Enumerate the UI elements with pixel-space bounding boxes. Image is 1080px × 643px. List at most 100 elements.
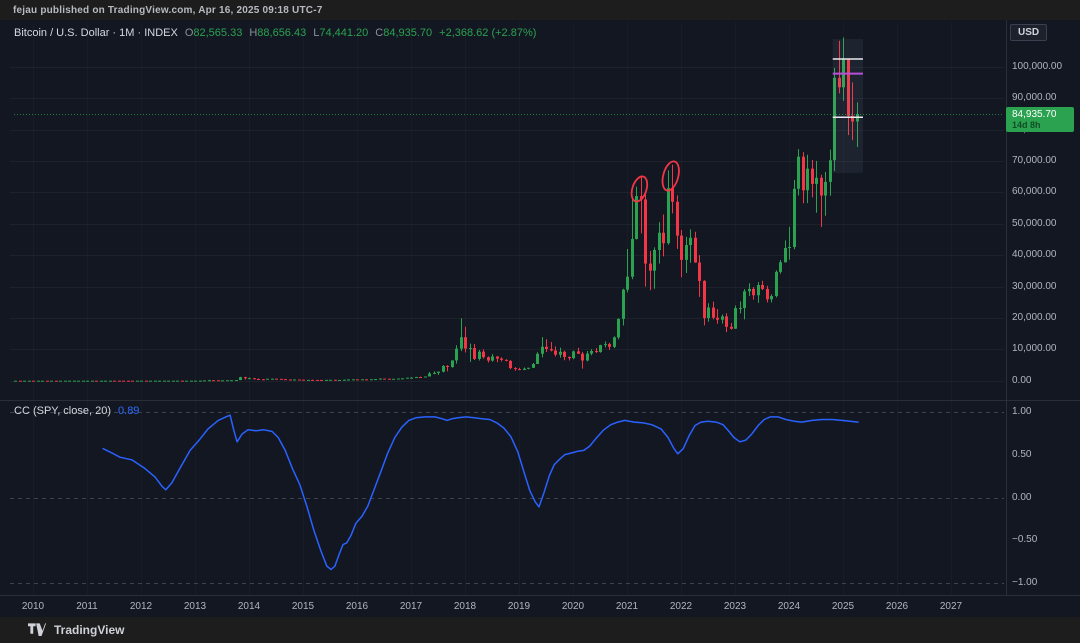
candle-body <box>118 381 121 382</box>
candle-body <box>86 381 89 382</box>
candle-body <box>374 379 377 380</box>
candle-body <box>757 285 760 295</box>
candle-body <box>505 360 508 361</box>
cc-line <box>103 415 858 569</box>
candle-body <box>500 359 503 360</box>
candle-body <box>145 381 148 382</box>
publish-info: fejau published on TradingView.com, Apr … <box>13 5 323 16</box>
currency-toggle-button[interactable]: USD <box>1010 24 1047 41</box>
candle-body <box>230 380 233 381</box>
candle-body <box>257 379 260 380</box>
candle-body <box>68 381 71 382</box>
candle-body <box>599 345 602 352</box>
tradingview-snapshot: fejau published on TradingView.com, Apr … <box>0 0 1080 643</box>
candle-body <box>397 379 400 380</box>
candle-body <box>604 344 607 345</box>
candle-body <box>190 381 193 382</box>
candle-body <box>676 202 679 236</box>
candle-body <box>127 381 130 382</box>
candle-body <box>320 380 323 381</box>
candle-body <box>248 378 251 379</box>
candle-body <box>455 349 458 361</box>
candle-body <box>667 188 670 243</box>
publish-bar: fejau published on TradingView.com, Apr … <box>0 0 1080 20</box>
candle-body <box>172 381 175 382</box>
candle-body <box>586 354 589 361</box>
candle-body <box>532 364 535 368</box>
candle-body <box>221 380 224 381</box>
candle-body <box>820 178 823 196</box>
candle-body <box>545 347 548 349</box>
candle-body <box>518 369 521 370</box>
candle-body <box>775 272 778 296</box>
candle-body <box>181 381 184 382</box>
candle-body <box>680 236 683 260</box>
candle-body <box>100 381 103 382</box>
candle-body <box>428 374 431 377</box>
tradingview-brand-text[interactable]: TradingView <box>54 623 124 637</box>
candle-body <box>527 368 530 369</box>
candle-body <box>410 378 413 379</box>
candle-body <box>401 378 404 379</box>
candle-body <box>451 360 454 367</box>
candle-body <box>361 379 364 380</box>
candle-body <box>167 381 170 382</box>
candle-body <box>392 379 395 380</box>
candle-body <box>568 357 571 358</box>
candle-body <box>226 380 229 381</box>
candle-body <box>406 378 409 379</box>
candle-body <box>289 379 292 380</box>
tradingview-logo-icon[interactable] <box>28 623 47 637</box>
chart-canvas[interactable] <box>0 0 1080 643</box>
candle-body <box>433 373 436 374</box>
candle-body <box>131 381 134 382</box>
candle-body <box>194 381 197 382</box>
candle-body <box>19 381 22 382</box>
candle-body <box>631 239 634 277</box>
candle-body <box>149 381 152 382</box>
candle-body <box>109 381 112 382</box>
candle-body <box>338 380 341 381</box>
candle-body <box>572 351 575 358</box>
candle-body <box>311 380 314 381</box>
candle-body <box>734 308 737 329</box>
candle-body <box>343 380 346 381</box>
candle-body <box>370 379 373 380</box>
candle-body <box>653 250 656 271</box>
candle-body <box>725 316 728 326</box>
candle-body <box>662 233 665 243</box>
candle-body <box>581 354 584 361</box>
candle-body <box>469 348 472 349</box>
candle-body <box>302 380 305 381</box>
candle-body <box>185 381 188 382</box>
candle-body <box>595 351 598 352</box>
candle-body <box>689 238 692 245</box>
candle-body <box>158 381 161 382</box>
candle-body <box>176 381 179 382</box>
candle-body <box>743 291 746 308</box>
footer-bar: TradingView <box>0 617 1080 643</box>
candle-body <box>806 169 809 191</box>
candle-body <box>626 277 629 290</box>
candle-body <box>550 349 553 350</box>
candle-body <box>415 377 418 378</box>
candle-body <box>685 245 688 260</box>
candle-body <box>829 160 832 182</box>
candle-body <box>379 379 382 380</box>
candle-body <box>617 319 620 338</box>
candle-body <box>136 381 139 382</box>
candle-body <box>658 233 661 250</box>
highlight-ellipse[interactable] <box>660 160 682 193</box>
candle-body <box>122 381 125 382</box>
candle-body <box>739 308 742 309</box>
candle-body <box>50 381 53 382</box>
candle-body <box>748 289 751 291</box>
candle-body <box>478 352 481 359</box>
candle-body <box>239 377 242 380</box>
candle-body <box>284 379 287 380</box>
candle-body <box>208 380 211 381</box>
candle-body <box>491 356 494 360</box>
candle-body <box>766 289 769 299</box>
candle-body <box>334 380 337 381</box>
highlight-ellipse[interactable] <box>629 174 650 203</box>
